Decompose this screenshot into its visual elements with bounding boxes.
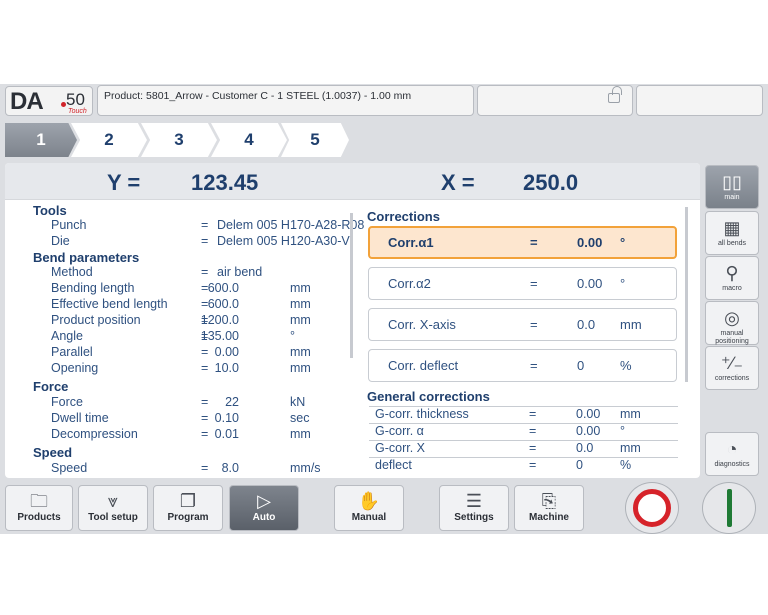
- main-view-button[interactable]: ▯▯ main: [705, 165, 759, 209]
- diagnostics-button[interactable]: ◔ diagnostics: [705, 432, 759, 476]
- manual-nav-button[interactable]: ✋ Manual: [334, 485, 404, 531]
- section-heading: Force: [33, 379, 69, 394]
- step-tab-5[interactable]: 5: [281, 123, 349, 157]
- program-nav-button[interactable]: ❐ Program: [153, 485, 223, 531]
- corr-x-axis-field[interactable]: Corr. X-axis = 0.0 mm: [368, 308, 677, 341]
- products-nav-button[interactable]: 🗀 Products: [5, 485, 73, 531]
- manual-positioning-button[interactable]: ◎ manual positioning: [705, 301, 759, 345]
- corrections-scrollbar[interactable]: [685, 207, 688, 382]
- corrections-heading: Corrections: [367, 209, 440, 224]
- delem-logo: DA 50 Touch: [5, 86, 93, 116]
- gcorr-thickness-row[interactable]: G-corr. thickness = 0.00 mm: [369, 406, 678, 422]
- param-row-method[interactable]: Method = air bend: [5, 265, 351, 281]
- unlock-icon: [608, 86, 622, 103]
- lock-status-box[interactable]: [477, 85, 633, 116]
- general-corrections-heading: General corrections: [367, 389, 490, 404]
- auto-nav-button[interactable]: ▷ Auto: [229, 485, 299, 531]
- product-info-field[interactable]: Product: 5801_Arrow - Customer C - 1 STE…: [97, 85, 474, 116]
- corr-alpha1-field[interactable]: Corr.α1 = 0.00 °: [368, 226, 677, 259]
- param-row-punch[interactable]: Punch = Delem 005 H170-A28-R08: [5, 218, 364, 234]
- gcorr-alpha-row[interactable]: G-corr. α = 0.00 °: [369, 423, 678, 439]
- gauge-icon: ◔: [726, 439, 738, 459]
- stacked-pages-icon: ❐: [179, 491, 197, 511]
- table-grid-icon: ▦: [723, 218, 741, 238]
- logo-da-text: DA: [10, 88, 44, 115]
- param-row-speed[interactable]: Speed = 8.0 mm/s: [5, 461, 351, 477]
- hand-icon: ✋: [357, 491, 381, 511]
- param-row-decompression[interactable]: Decompression = 0.01 mm: [5, 427, 351, 443]
- macro-button[interactable]: ⚲ macro: [705, 256, 759, 300]
- param-row-effective-bend-length[interactable]: Effective bend length = 600.0 mm: [5, 297, 351, 313]
- step-tab-3[interactable]: 3: [141, 123, 217, 157]
- dial-icon: ◎: [724, 308, 740, 328]
- machine-icon: ⎘: [541, 491, 557, 511]
- param-row-force[interactable]: Force = 22 kN: [5, 395, 351, 411]
- settings-nav-button[interactable]: ☰ Settings: [439, 485, 509, 531]
- logo-touch-text: Touch: [68, 108, 87, 115]
- play-icon: ▷: [257, 491, 271, 511]
- stop-button[interactable]: [625, 482, 679, 534]
- start-bar-icon: [727, 489, 732, 527]
- parameter-scrollbar[interactable]: [350, 213, 353, 358]
- main-panel: Y = 123.45 X = 250.0 Tools Punch = Delem 0…: [5, 163, 700, 478]
- axis-readout-row: Y = 123.45 X = 250.0: [5, 163, 700, 200]
- gcorr-deflect-row[interactable]: deflect = 0 %: [369, 457, 678, 473]
- status-box[interactable]: [636, 85, 763, 116]
- gcorr-x-row[interactable]: G-corr. X = 0.0 mm: [369, 440, 678, 456]
- param-row-product-position[interactable]: Product position = 1200.0 mm: [5, 313, 351, 329]
- param-row-die[interactable]: Die = Delem 005 H120-A30-V: [5, 234, 351, 250]
- y-axis-value: 123.45: [191, 170, 259, 195]
- logo-model-text: 50: [66, 90, 85, 109]
- param-row-parallel[interactable]: Parallel = 0.00 mm: [5, 345, 351, 361]
- corr-deflect-field[interactable]: Corr. deflect = 0 %: [368, 349, 677, 382]
- section-heading: Tools: [33, 203, 67, 218]
- folder-icon: 🗀: [30, 491, 48, 511]
- tool-setup-nav-button[interactable]: ⩔ Tool setup: [78, 485, 148, 531]
- x-axis-label: X =: [441, 170, 475, 195]
- y-axis-label: Y =: [107, 170, 141, 195]
- start-button[interactable]: [702, 482, 756, 534]
- step-tab-2[interactable]: 2: [71, 123, 147, 157]
- x-axis-value: 250.0: [523, 170, 579, 195]
- param-row-opening[interactable]: Opening = 10.0 mm: [5, 361, 351, 377]
- stop-ring-icon: [633, 489, 671, 527]
- control-screen: DA 50 Touch Product: 5801_Arrow - Custom…: [0, 84, 768, 534]
- step-tab-4[interactable]: 4: [211, 123, 287, 157]
- corr-alpha2-field[interactable]: Corr.α2 = 0.00 °: [368, 267, 677, 300]
- settings-list-icon: ☰: [465, 491, 483, 511]
- magnifier-icon: ⚲: [725, 263, 739, 283]
- columns-icon: ▯▯: [722, 172, 742, 192]
- param-row-dwell-time[interactable]: Dwell time = 0.10 sec: [5, 411, 351, 427]
- machine-nav-button[interactable]: ⎘ Machine: [514, 485, 584, 531]
- plus-minus-icon: ⁺∕₋: [720, 353, 743, 373]
- param-row-bending-length[interactable]: Bending length = 600.0 mm: [5, 281, 351, 297]
- section-heading: Speed: [33, 445, 73, 460]
- all-bends-button[interactable]: ▦ all bends: [705, 211, 759, 255]
- corrections-button[interactable]: ⁺∕₋ corrections: [705, 346, 759, 390]
- step-tab-1[interactable]: 1: [5, 123, 77, 157]
- param-row-angle[interactable]: Angle = 135.00 °: [5, 329, 351, 345]
- section-heading: Bend parameters: [33, 250, 140, 265]
- punch-die-icon: ⩔: [107, 491, 119, 511]
